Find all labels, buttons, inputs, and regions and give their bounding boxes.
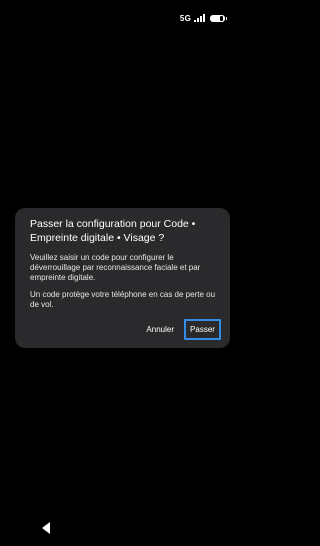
dialog-title: Passer la configuration pour Code • Empr… (30, 218, 196, 244)
dialog-message-1: Veuillez saisir un code pour configurer … (30, 253, 201, 282)
dialog-message-2: Un code protège votre téléphone en cas d… (30, 290, 216, 309)
skip-setup-dialog: Passer la configuration pour Code • Empr… (15, 208, 230, 348)
dialog-actions: Annuler Passer (144, 319, 221, 340)
back-triangle-icon[interactable] (42, 522, 50, 534)
skip-button[interactable]: Passer (184, 319, 221, 340)
screen: 5G Passer la configuration pour Code • E… (0, 0, 245, 546)
signal-bars-icon (194, 14, 205, 22)
status-bar: 5G (179, 12, 227, 24)
battery-icon (210, 14, 227, 22)
network-type-label: 5G (179, 13, 191, 23)
dialog-body: Veuillez saisir un code pour configurer … (30, 253, 220, 310)
cancel-button[interactable]: Annuler (144, 320, 176, 339)
